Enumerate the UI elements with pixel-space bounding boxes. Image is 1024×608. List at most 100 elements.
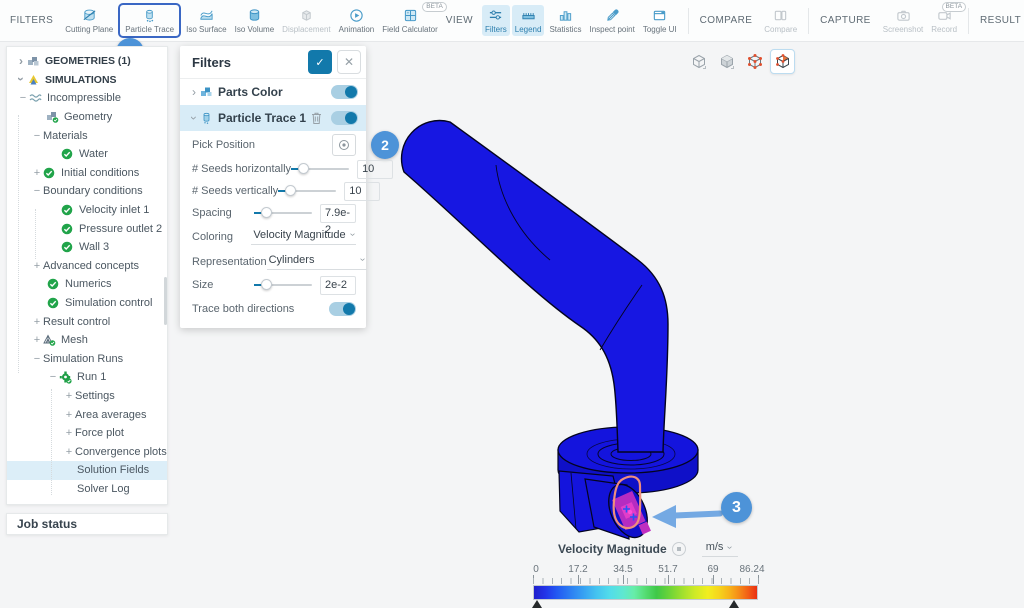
tree-scrollbar-thumb[interactable] <box>164 277 167 325</box>
expander-minus-icon[interactable] <box>47 372 59 382</box>
tick-label: 86.24 <box>739 564 764 575</box>
chevron-down-icon[interactable] <box>15 74 27 85</box>
job-status-panel[interactable]: Job status <box>6 513 168 535</box>
tree-item-area-averages[interactable]: Area averages <box>7 405 167 424</box>
toolbar-button-legend[interactable]: Legend <box>512 5 545 36</box>
toolbar-button-displacement[interactable]: Displacement <box>279 5 333 36</box>
expander-plus-icon[interactable] <box>63 428 75 438</box>
expander-minus-icon[interactable] <box>31 131 43 141</box>
render-mode-wireframe-cube-icon[interactable] <box>686 49 711 74</box>
expander-plus-icon[interactable] <box>31 261 43 271</box>
toolbar-button-field-calculator[interactable]: BETA + Field Calculator <box>379 5 441 36</box>
expander-minus-icon[interactable] <box>17 93 29 103</box>
delete-filter-trash-icon[interactable] <box>310 111 323 125</box>
animation-play-icon <box>349 7 364 23</box>
toolbar-button-inspect-point[interactable]: Inspect point <box>586 5 637 36</box>
tree-item-advanced-concepts[interactable]: Advanced concepts <box>7 257 167 276</box>
parts-color-toggle[interactable] <box>331 85 358 99</box>
filter-row-parts-color[interactable]: Parts Color <box>180 79 366 105</box>
toolbar-button-screenshot[interactable]: Screenshot <box>880 5 926 36</box>
seeds-horizontal-slider[interactable] <box>291 163 349 175</box>
tree-item-settings[interactable]: Settings <box>7 387 167 406</box>
expander-plus-icon[interactable] <box>31 317 43 327</box>
filters-panel-header: Filters ✓ ✕ <box>180 46 366 79</box>
toolbar-button-iso-volume[interactable]: Iso Volume <box>232 5 278 36</box>
legend-unit-select[interactable]: m/s › <box>702 541 738 557</box>
legend-field-name: Velocity Magnitude <box>558 542 667 556</box>
render-mode-selected-cube-icon[interactable] <box>770 49 795 74</box>
spacing-value[interactable]: 7.9e-2 <box>320 204 356 223</box>
chevron-down-icon[interactable] <box>188 113 200 124</box>
tree-item-label: Simulation Runs <box>43 353 123 365</box>
particle-trace-toggle[interactable] <box>331 111 358 125</box>
representation-select[interactable]: Cylinders › <box>267 254 367 270</box>
trace-both-directions-toggle[interactable] <box>329 302 356 316</box>
tree-item-simulation-runs[interactable]: Simulation Runs <box>7 350 167 369</box>
particle-trace-icon <box>142 7 157 23</box>
tree-item-result-control[interactable]: Result control <box>7 312 167 331</box>
toolbar-separator <box>968 8 969 34</box>
tree-item-run-1[interactable]: Run 1 <box>7 368 167 387</box>
render-mode-nodes-cube-icon[interactable] <box>742 49 767 74</box>
tree-item-label: Run 1 <box>77 371 106 383</box>
tree-item-water[interactable]: Water <box>7 145 167 164</box>
chevron-right-icon[interactable] <box>188 87 200 98</box>
expander-plus-icon[interactable] <box>63 391 75 401</box>
expander-minus-icon[interactable] <box>31 186 43 196</box>
tree-item-wall-3[interactable]: Wall 3 <box>7 238 167 257</box>
seeds-vertical-slider[interactable] <box>278 185 336 197</box>
expander-plus-icon[interactable] <box>31 168 43 178</box>
tree-item-geometry[interactable]: Geometry <box>7 108 167 127</box>
legend-settings-icon[interactable] <box>672 542 686 556</box>
toolbar-button-statistics[interactable]: Statistics <box>546 5 584 36</box>
toolbar-button-particle-trace[interactable]: Particle Trace <box>122 5 177 36</box>
seeds-vertical-value[interactable]: 10 <box>344 182 380 201</box>
toolbar-button-compare[interactable]: Compare <box>761 5 800 36</box>
tree-item-velocity-inlet-1[interactable]: Velocity inlet 1 <box>7 201 167 220</box>
tree-item-simulation-control[interactable]: Simulation control <box>7 294 167 313</box>
coloring-select[interactable]: Velocity Magnitude › <box>251 229 356 245</box>
tree-item-simulations[interactable]: SIMULATIONS <box>7 71 167 90</box>
tree-item-label: Simulation control <box>65 297 152 309</box>
size-slider[interactable] <box>254 279 312 291</box>
toolbar-button-toggle-ui[interactable]: Toggle UI <box>640 5 680 36</box>
apply-filters-button[interactable]: ✓ <box>308 50 332 74</box>
tree-item-pressure-outlet-2[interactable]: Pressure outlet 2 <box>7 219 167 238</box>
toolbar-button-animation[interactable]: Animation <box>336 5 378 36</box>
render-mode-solid-cube-icon[interactable] <box>714 49 739 74</box>
toolbar-button-record[interactable]: BETA Record <box>928 5 960 36</box>
toolbar-button-iso-surface[interactable]: Iso Surface <box>183 5 229 36</box>
pick-position-button[interactable] <box>332 134 356 156</box>
expander-plus-icon[interactable] <box>63 410 75 420</box>
toolbar-button-filters[interactable]: Filters <box>482 5 510 36</box>
expander-plus-icon[interactable] <box>63 447 75 457</box>
tree-item-label: Velocity inlet 1 <box>79 204 149 216</box>
tree-item-initial-conditions[interactable]: Initial conditions <box>7 164 167 183</box>
size-value[interactable]: 2e-2 <box>320 276 356 295</box>
tree-item-mesh[interactable]: Mesh <box>7 331 167 350</box>
screenshot-camera-icon <box>896 7 911 23</box>
representation-value: Cylinders <box>269 254 315 266</box>
tree-item-solver-log[interactable]: Solver Log <box>7 480 167 499</box>
toolbar-button-label: Record <box>931 25 957 34</box>
tree-item-incompressible[interactable]: Incompressible <box>7 89 167 108</box>
toolbar-button-cutting-plane[interactable]: Cutting Plane <box>62 5 116 36</box>
colorbar-max-handle[interactable] <box>729 600 739 608</box>
expander-plus-icon[interactable] <box>31 335 43 345</box>
close-panel-button[interactable]: ✕ <box>337 50 361 74</box>
expander-minus-icon[interactable] <box>31 354 43 364</box>
tree-item-materials[interactable]: Materials <box>7 126 167 145</box>
simulation-tree-panel: GEOMETRIES (1) SIMULATIONS Incompressibl… <box>6 46 168 505</box>
colorbar-min-handle[interactable] <box>532 600 542 608</box>
setting-label: Trace both directions <box>192 303 329 315</box>
seeds-horizontal-value[interactable]: 10 <box>357 160 393 179</box>
tree-item-force-plot[interactable]: Force plot <box>7 424 167 443</box>
tree-item-numerics[interactable]: Numerics <box>7 275 167 294</box>
filter-row-particle-trace-1[interactable]: Particle Trace 1 <box>180 105 366 131</box>
tree-item-convergence-plots[interactable]: Convergence plots <box>7 442 167 461</box>
spacing-slider[interactable] <box>254 207 312 219</box>
tree-item-geometries[interactable]: GEOMETRIES (1) <box>7 52 167 71</box>
chevron-right-icon[interactable] <box>15 56 27 67</box>
tree-item-solution-fields[interactable]: Solution Fields <box>7 461 167 480</box>
tree-item-boundary-conditions[interactable]: Boundary conditions <box>7 182 167 201</box>
